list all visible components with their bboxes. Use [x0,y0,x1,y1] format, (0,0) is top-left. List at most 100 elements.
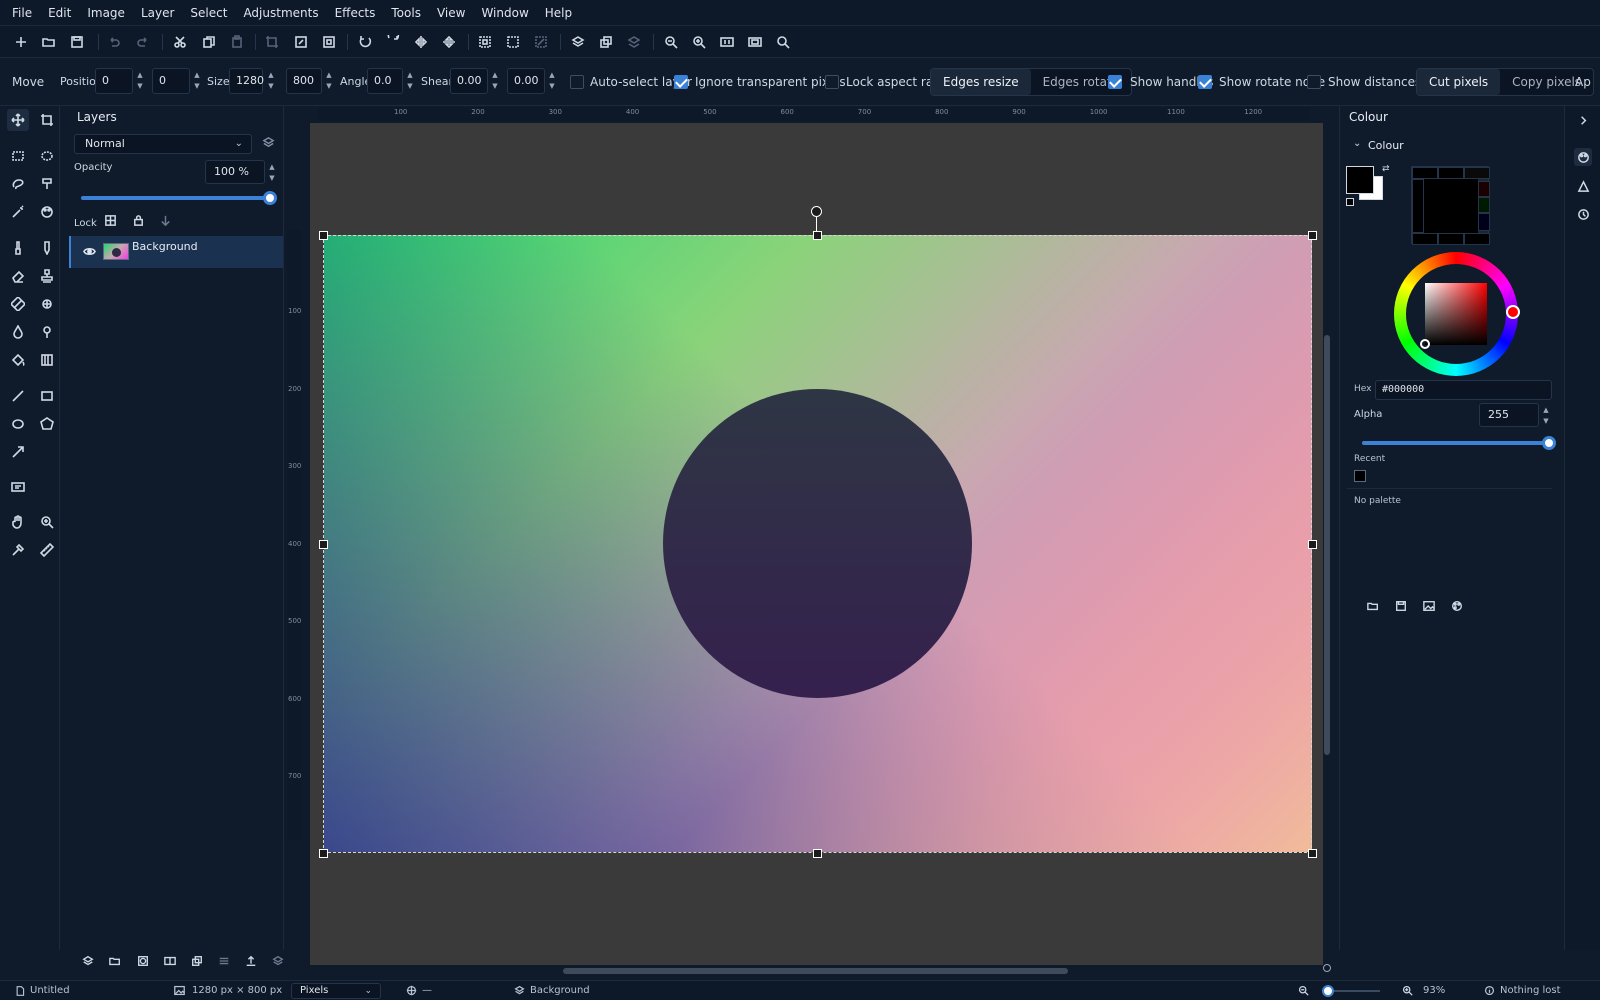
add-layer-icon[interactable] [82,955,96,969]
layer-properties-icon[interactable] [262,136,278,152]
opacity-slider[interactable] [81,191,277,205]
gradient-fill-icon[interactable] [36,349,58,371]
swap-colours-icon[interactable]: ⇄ [1382,164,1392,174]
cut-pixels-button[interactable]: Cut pixels [1417,69,1501,95]
zoom-tool-icon[interactable] [36,511,58,533]
position-x-stepper[interactable]: ▲ ▼ [135,70,145,92]
ignore-transparent-checkbox[interactable] [674,75,688,89]
invert-selection-icon[interactable] [532,33,550,51]
size-width-stepper[interactable]: ▲ ▼ [266,70,276,92]
flip-vertical-icon[interactable] [440,33,458,51]
shear-x-input[interactable]: 0.00 [450,68,488,94]
smudge-tool-icon[interactable] [36,293,58,315]
reset-colours-icon[interactable] [1346,198,1354,206]
alpha-input[interactable]: 255 [1479,403,1539,427]
opacity-stepper[interactable]: ▲ ▼ [267,162,277,184]
polygon-tool-icon[interactable] [36,413,58,435]
measure-tool-icon[interactable] [36,539,58,561]
menu-tools[interactable]: Tools [383,0,429,26]
adjustment-layer-icon[interactable] [164,955,178,969]
handle-bottom-center[interactable] [813,849,822,858]
zoom-out-icon[interactable] [662,33,680,51]
paste-icon[interactable] [228,33,246,51]
shear-y-input[interactable]: 0.00 [507,68,545,94]
position-y-input[interactable]: 0 [152,68,190,94]
angle-stepper[interactable]: ▲ ▼ [405,70,415,92]
handle-top-left[interactable] [319,231,328,240]
auto-select-layer-checkbox[interactable] [570,75,584,89]
menu-effects[interactable]: Effects [327,0,384,26]
zoom-in-icon[interactable] [690,33,708,51]
vertical-scrollbar[interactable] [1324,335,1330,755]
save-palette-icon[interactable] [1395,600,1409,614]
palette-settings-icon[interactable] [1451,600,1465,614]
hue-wheel[interactable] [1394,252,1520,376]
colour-swatch-grid[interactable] [1411,166,1490,245]
zoom-slider[interactable] [1322,985,1380,997]
clone-stamp-icon[interactable] [36,265,58,287]
rectangle-select-icon[interactable] [7,145,29,167]
redo-icon[interactable] [134,33,152,51]
duplicate-layer-button-icon[interactable] [191,955,205,969]
handle-top-right[interactable] [1308,231,1317,240]
colour-panel-tab-icon[interactable] [1574,148,1592,166]
menu-adjustments[interactable]: Adjustments [235,0,326,26]
position-x-input[interactable]: 0 [95,68,133,94]
units-select[interactable]: Pixels ⌄ [291,983,381,999]
resize-canvas-icon[interactable] [320,33,338,51]
lock-pixels-icon[interactable] [104,214,120,230]
apply-button[interactable]: Ap [1575,58,1591,106]
copy-icon[interactable] [200,33,218,51]
menu-help[interactable]: Help [537,0,580,26]
crop-tool-icon[interactable] [36,109,58,131]
sv-picker-knob[interactable] [1420,339,1430,349]
layer-mask-icon[interactable] [137,955,151,969]
ellipse-select-icon[interactable] [36,145,58,167]
alpha-slider-knob[interactable] [1542,436,1556,450]
zoom-slider-knob[interactable] [1322,985,1334,997]
dodge-tool-icon[interactable] [36,321,58,343]
crop-to-selection-icon[interactable] [263,33,281,51]
open-file-icon[interactable] [40,33,58,51]
hue-picker-knob[interactable] [1506,305,1520,319]
handle-bottom-left[interactable] [319,849,328,858]
duplicate-layer-icon[interactable] [597,33,615,51]
undo-icon[interactable] [105,33,123,51]
collapse-dock-chevron-icon[interactable] [1574,111,1592,129]
deselect-icon[interactable] [504,33,522,51]
pan-tool-icon[interactable] [7,511,29,533]
angle-input[interactable]: 0.0 [367,68,403,94]
handle-bottom-right[interactable] [1308,849,1317,858]
colour-picker-icon[interactable] [7,539,29,561]
primary-colour-swatch[interactable] [1346,166,1374,194]
fill-bucket-icon[interactable] [7,349,29,371]
rotate-left-icon[interactable] [356,33,374,51]
saturation-value-square[interactable] [1425,283,1487,345]
arrow-tool-icon[interactable] [7,441,29,463]
merge-down-icon[interactable] [218,955,232,969]
alpha-slider[interactable] [1362,436,1556,450]
opacity-input[interactable]: 100 % [205,160,265,184]
pencil-tool-icon[interactable] [36,237,58,259]
save-file-icon[interactable] [68,33,86,51]
show-distances-checkbox[interactable] [1307,75,1321,89]
menu-file[interactable]: File [4,0,40,26]
ellipse-tool-icon[interactable] [7,413,29,435]
layer-export-icon[interactable] [245,955,259,969]
position-y-stepper[interactable]: ▲ ▼ [192,70,202,92]
size-height-input[interactable]: 800 [286,68,322,94]
history-panel-tab-icon[interactable] [1574,205,1592,223]
text-tool-icon[interactable] [7,476,29,498]
search-icon[interactable] [774,33,792,51]
palette-from-image-icon[interactable] [1423,600,1437,614]
lock-all-icon[interactable] [159,214,175,230]
show-rotate-node-checkbox[interactable] [1198,75,1212,89]
opacity-slider-knob[interactable] [263,191,277,205]
rotate-node-handle[interactable] [811,206,822,217]
move-tool-icon[interactable] [7,109,29,131]
alpha-stepper[interactable]: ▲ ▼ [1541,405,1551,427]
shear-x-stepper[interactable]: ▲ ▼ [490,70,500,92]
delete-layer-icon[interactable] [272,955,286,969]
menu-image[interactable]: Image [79,0,133,26]
size-height-stepper[interactable]: ▲ ▼ [324,70,334,92]
